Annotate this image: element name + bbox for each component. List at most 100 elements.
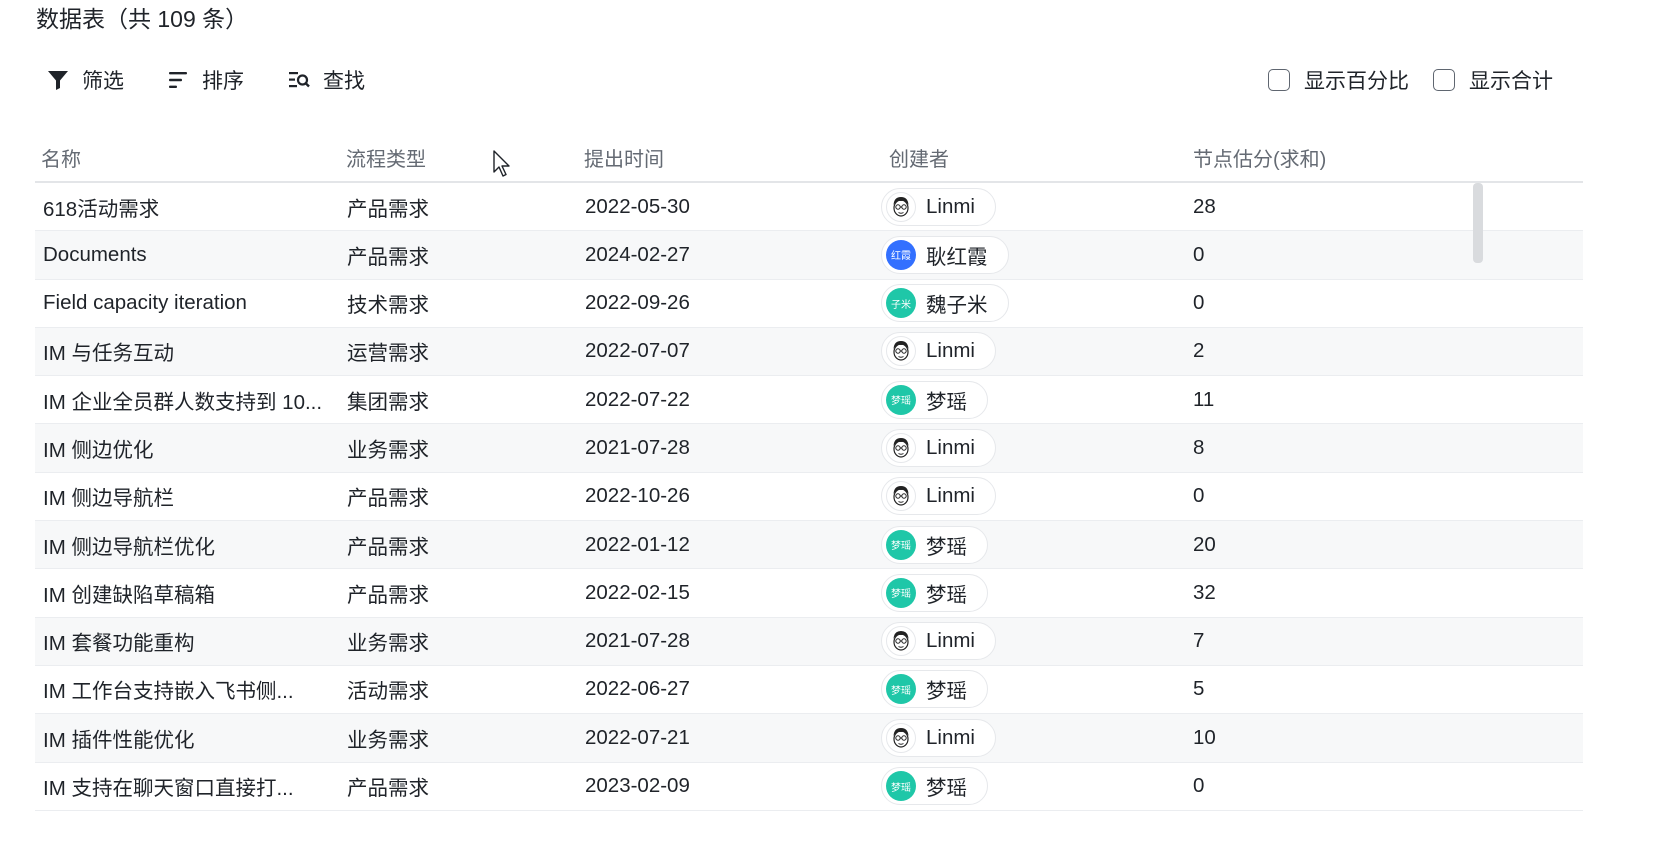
column-header-date[interactable]: 提出时间 bbox=[584, 134, 664, 181]
cell-name: IM 工作台支持嵌入飞书侧... bbox=[43, 680, 294, 704]
table-row[interactable]: IM 侧边导航栏优化 产品需求 2022-01-12 梦瑶 梦瑶 20 bbox=[35, 521, 1583, 570]
avatar: 红霞 bbox=[886, 239, 916, 270]
column-header-creator[interactable]: 创建者 bbox=[889, 134, 949, 181]
scrollbar[interactable] bbox=[1473, 183, 1483, 263]
avatar: 梦瑶 bbox=[886, 529, 916, 560]
cell-type: 业务需求 bbox=[347, 438, 429, 462]
creator-chip[interactable]: 红霞 耿红霞 bbox=[881, 235, 1009, 274]
avatar bbox=[886, 191, 916, 222]
creator-chip[interactable]: 梦瑶 梦瑶 bbox=[881, 670, 988, 709]
sort-icon bbox=[166, 68, 190, 92]
cell-name: IM 侧边导航栏优化 bbox=[43, 535, 215, 559]
avatar bbox=[886, 722, 916, 753]
column-header-type[interactable]: 流程类型 bbox=[346, 134, 426, 181]
table-row[interactable]: IM 支持在聊天窗口直接打... 产品需求 2023-02-09 梦瑶 梦瑶 0 bbox=[35, 763, 1583, 811]
table-row[interactable]: IM 创建缺陷草稿箱 产品需求 2022-02-15 梦瑶 梦瑶 32 bbox=[35, 569, 1583, 618]
table-row[interactable]: IM 侧边优化 业务需求 2021-07-28 Linmi 8 bbox=[35, 424, 1583, 473]
cell-type: 技术需求 bbox=[347, 294, 429, 318]
show-percent-checkbox[interactable]: 显示百分比 bbox=[1268, 60, 1409, 100]
avatar: 梦瑶 bbox=[886, 674, 916, 705]
creator-chip[interactable]: 梦瑶 梦瑶 bbox=[881, 767, 988, 806]
table-row[interactable]: Field capacity iteration 技术需求 2022-09-26 子米… bbox=[35, 280, 1583, 328]
cell-type: 业务需求 bbox=[347, 632, 429, 656]
table-row[interactable]: IM 工作台支持嵌入飞书侧... 活动需求 2022-06-27 梦瑶 梦瑶 5 bbox=[35, 666, 1583, 715]
creator-name: Linmi bbox=[926, 194, 975, 218]
cell-creator: Linmi bbox=[881, 714, 1141, 761]
cell-score: 0 bbox=[1193, 242, 1205, 266]
creator-name: 梦瑶 bbox=[926, 680, 967, 704]
cell-type: 产品需求 bbox=[347, 535, 429, 559]
sort-button[interactable]: 排序 bbox=[166, 60, 244, 100]
cell-creator: Linmi bbox=[881, 183, 1141, 230]
table-row[interactable]: IM 侧边导航栏 产品需求 2022-10-26 Linmi 0 bbox=[35, 473, 1583, 522]
cell-type: 业务需求 bbox=[347, 728, 429, 752]
find-label: 查找 bbox=[323, 70, 365, 93]
creator-name: Linmi bbox=[926, 435, 975, 459]
creator-name: Linmi bbox=[926, 725, 975, 749]
column-header-score[interactable]: 节点估分(求和) bbox=[1193, 134, 1326, 181]
filter-button[interactable]: 筛选 bbox=[46, 60, 124, 100]
creator-chip[interactable]: Linmi bbox=[881, 718, 996, 757]
cell-creator: 梦瑶 梦瑶 bbox=[881, 666, 1141, 713]
page-title: 数据表（共 109 条） bbox=[36, 6, 249, 32]
table-row[interactable]: IM 企业全员群人数支持到 10... 集团需求 2022-07-22 梦瑶 梦瑶 11 bbox=[35, 376, 1583, 425]
cell-date: 2022-10-26 bbox=[585, 484, 690, 508]
creator-chip[interactable]: Linmi bbox=[881, 187, 996, 226]
show-percent-label: 显示百分比 bbox=[1304, 70, 1409, 93]
cell-score: 20 bbox=[1193, 532, 1216, 556]
creator-chip[interactable]: Linmi bbox=[881, 332, 996, 371]
creator-name: 梦瑶 bbox=[926, 583, 967, 607]
cell-date: 2022-06-27 bbox=[585, 677, 690, 701]
cell-creator: 梦瑶 梦瑶 bbox=[881, 763, 1141, 810]
creator-name: 魏子米 bbox=[926, 294, 988, 318]
cell-type: 集团需求 bbox=[347, 390, 429, 414]
checkbox-box[interactable] bbox=[1433, 69, 1455, 91]
cell-date: 2022-07-07 bbox=[585, 339, 690, 363]
table-header: 名称 流程类型 提出时间 创建者 节点估分(求和) bbox=[35, 134, 1583, 183]
cell-creator: 梦瑶 梦瑶 bbox=[881, 376, 1141, 423]
avatar: 梦瑶 bbox=[886, 771, 916, 802]
cell-type: 活动需求 bbox=[347, 680, 429, 704]
cell-score: 7 bbox=[1193, 629, 1205, 653]
creator-name: 梦瑶 bbox=[926, 535, 967, 559]
checkbox-box[interactable] bbox=[1268, 69, 1290, 91]
cell-type: 产品需求 bbox=[347, 197, 429, 221]
show-total-checkbox[interactable]: 显示合计 bbox=[1433, 60, 1553, 100]
table-row[interactable]: Documents 产品需求 2024-02-27 红霞 耿红霞 0 bbox=[35, 231, 1583, 280]
table-row[interactable]: IM 插件性能优化 业务需求 2022-07-21 Linmi 10 bbox=[35, 714, 1583, 763]
cell-score: 0 bbox=[1193, 484, 1205, 508]
cell-name: 618活动需求 bbox=[43, 197, 160, 221]
mouse-cursor-icon bbox=[493, 150, 510, 177]
cell-score: 0 bbox=[1193, 774, 1205, 798]
cell-score: 0 bbox=[1193, 291, 1205, 315]
creator-chip[interactable]: 梦瑶 梦瑶 bbox=[881, 380, 988, 419]
creator-chip[interactable]: Linmi bbox=[881, 477, 996, 516]
cell-date: 2024-02-27 bbox=[585, 242, 690, 266]
table-row[interactable]: 618活动需求 产品需求 2022-05-30 Linmi 28 bbox=[35, 183, 1583, 232]
creator-chip[interactable]: 子米 魏子米 bbox=[881, 284, 1009, 323]
cell-name: Documents bbox=[43, 242, 147, 266]
cell-score: 8 bbox=[1193, 435, 1205, 459]
creator-chip[interactable]: 梦瑶 梦瑶 bbox=[881, 525, 988, 564]
creator-name: 梦瑶 bbox=[926, 777, 967, 801]
table-row[interactable]: IM 套餐功能重构 业务需求 2021-07-28 Linmi 7 bbox=[35, 617, 1583, 666]
cell-score: 5 bbox=[1193, 677, 1205, 701]
creator-name: 耿红霞 bbox=[926, 245, 988, 269]
cell-date: 2021-07-28 bbox=[585, 629, 690, 653]
creator-chip[interactable]: Linmi bbox=[881, 428, 996, 467]
cell-date: 2022-02-15 bbox=[585, 580, 690, 604]
avatar: 子米 bbox=[886, 288, 916, 319]
avatar bbox=[886, 481, 916, 512]
creator-chip[interactable]: Linmi bbox=[881, 622, 996, 661]
table-row[interactable]: IM 与任务互动 运营需求 2022-07-07 Linmi 2 bbox=[35, 327, 1583, 377]
sort-label: 排序 bbox=[202, 70, 244, 93]
cell-creator: Linmi bbox=[881, 618, 1141, 665]
cell-date: 2022-01-12 bbox=[585, 532, 690, 556]
column-header-name[interactable]: 名称 bbox=[41, 134, 81, 181]
cell-name: IM 插件性能优化 bbox=[43, 728, 195, 752]
avatar bbox=[886, 336, 916, 367]
creator-chip[interactable]: 梦瑶 梦瑶 bbox=[881, 573, 988, 612]
find-button[interactable]: 查找 bbox=[287, 60, 365, 100]
cell-date: 2022-09-26 bbox=[585, 291, 690, 315]
data-table: 名称 流程类型 提出时间 创建者 节点估分(求和) 618活动需求 产品需求 202… bbox=[35, 134, 1583, 811]
